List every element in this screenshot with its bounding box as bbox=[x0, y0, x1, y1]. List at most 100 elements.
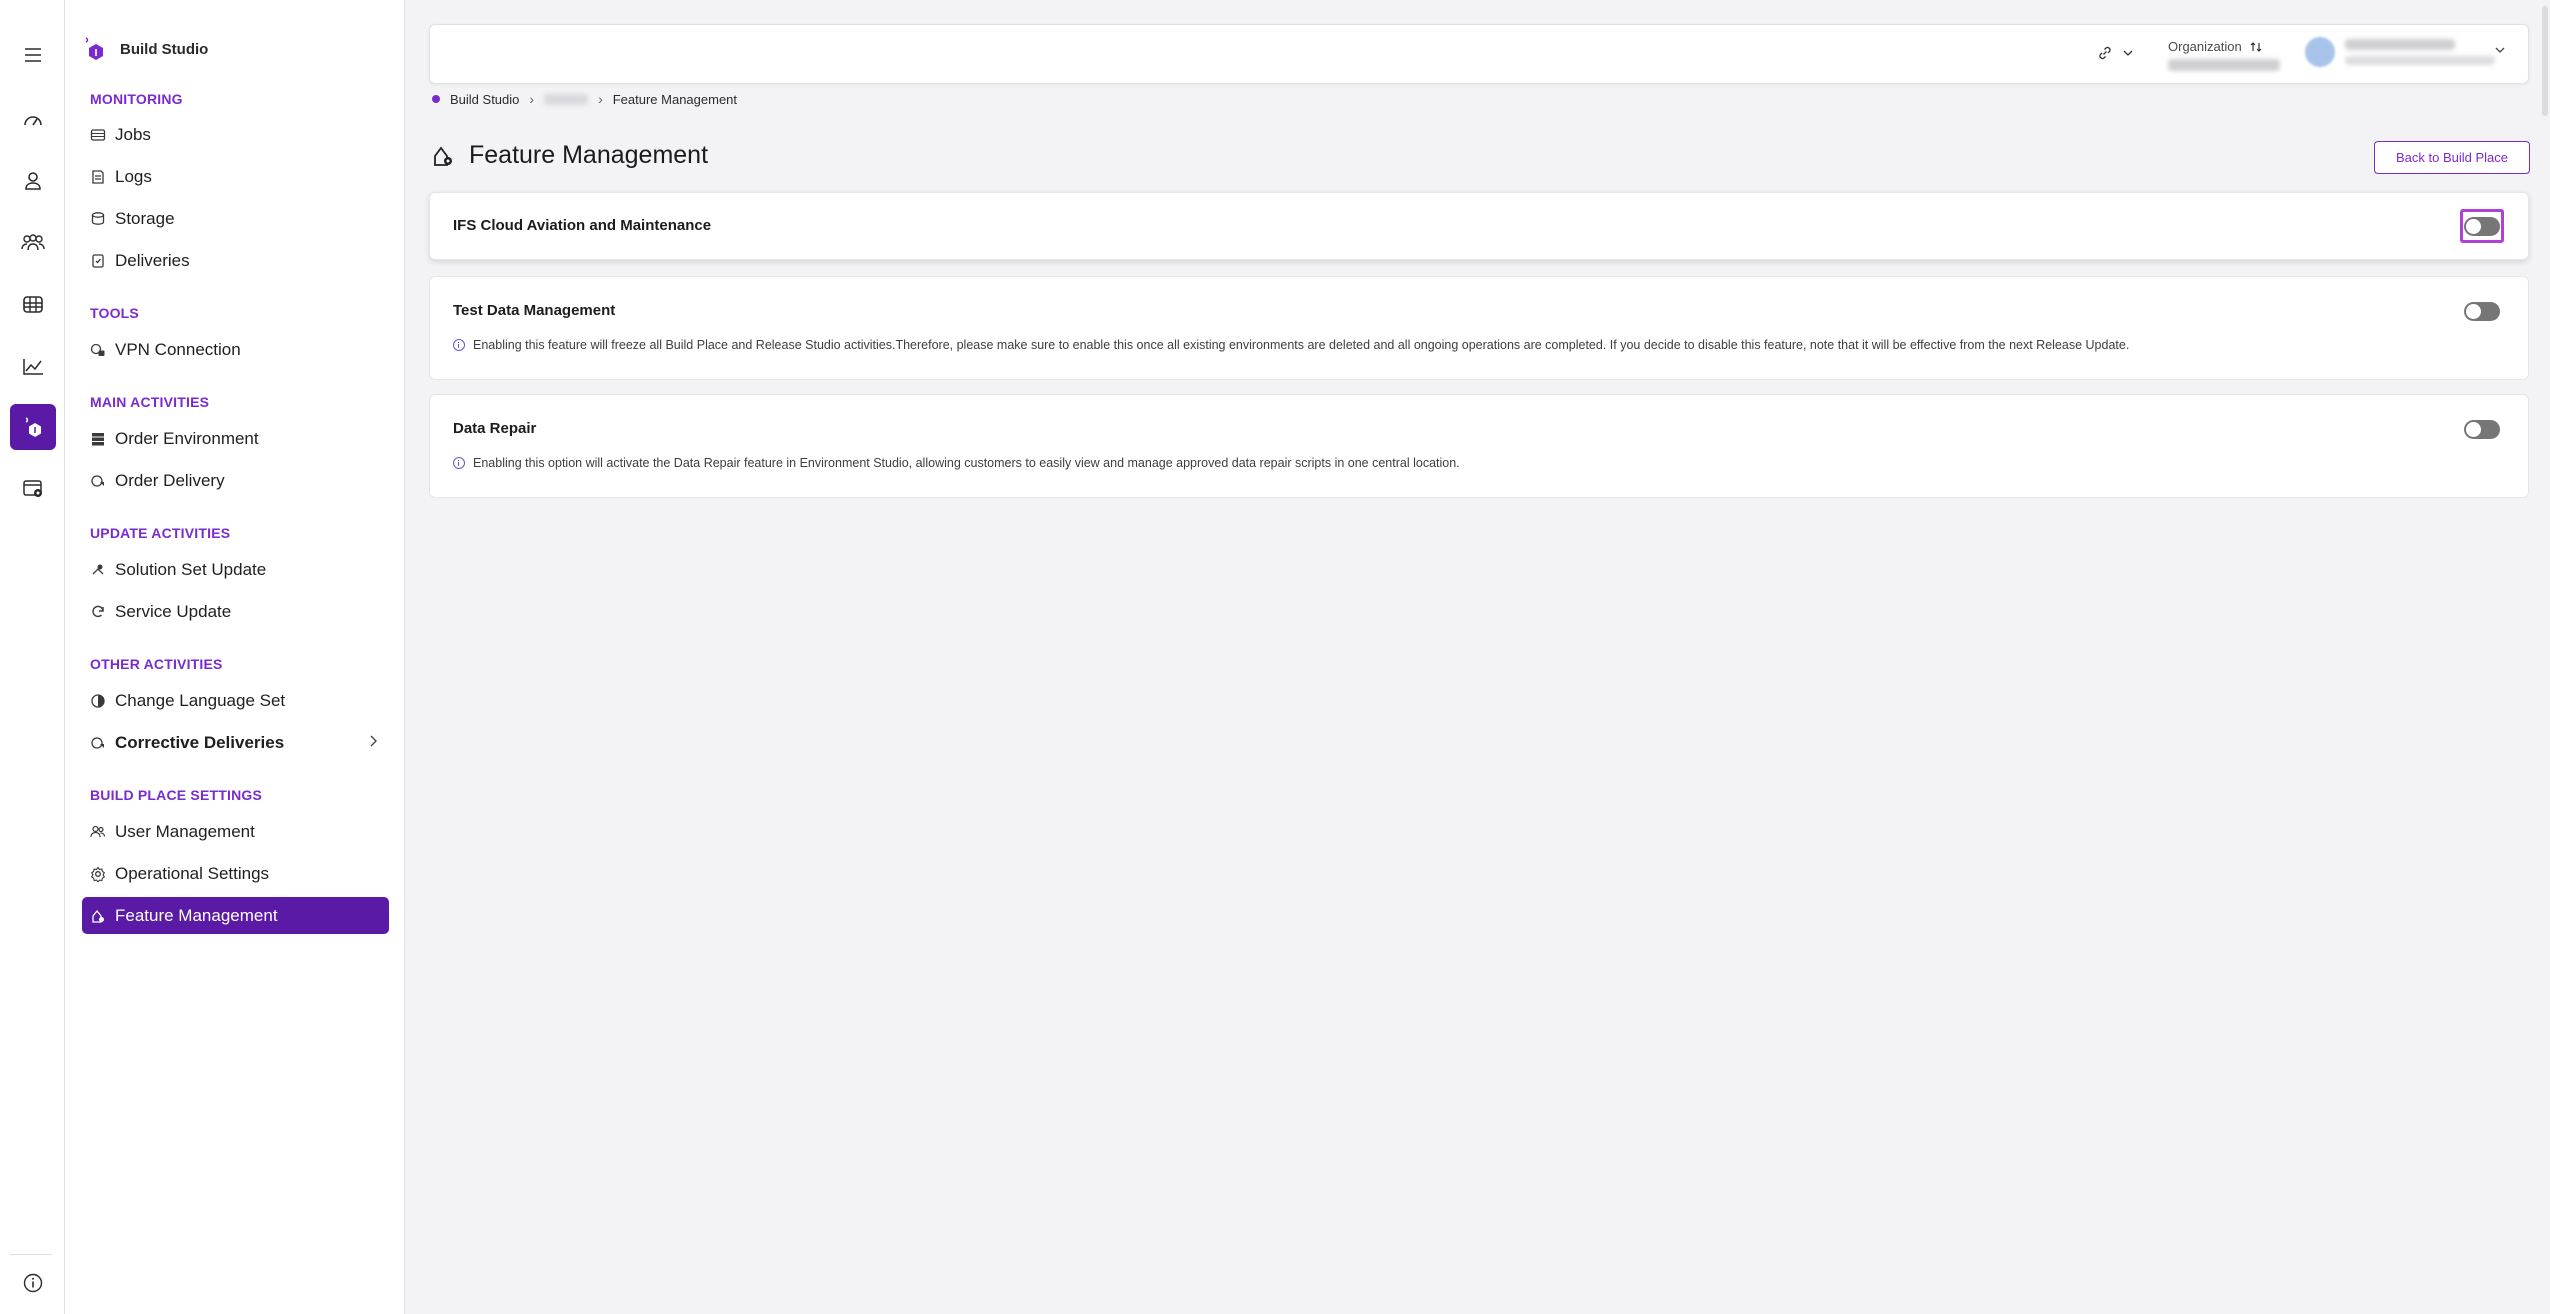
sidebar-item-order-environment[interactable]: Order Environment bbox=[82, 420, 389, 457]
sidebar-item-label: Storage bbox=[115, 208, 175, 228]
breadcrumb-root[interactable]: Build Studio bbox=[450, 92, 519, 107]
sidebar-item-label: Order Delivery bbox=[115, 470, 225, 490]
feature-card-data-repair: Data Repair Enabling this option will ac… bbox=[429, 394, 2529, 498]
swap-icon bbox=[2250, 41, 2262, 53]
sidebar-item-label: Order Environment bbox=[115, 428, 259, 448]
feature-toggle-test-data[interactable] bbox=[2460, 294, 2504, 328]
gear-icon bbox=[90, 866, 106, 882]
breadcrumb-build-place-redacted[interactable] bbox=[544, 93, 589, 105]
feature-title: Data Repair bbox=[453, 420, 537, 437]
sidebar-item-label: User Management bbox=[115, 821, 255, 841]
corrective-deliveries-icon bbox=[90, 735, 106, 751]
breadcrumb-current: Feature Management bbox=[612, 91, 738, 107]
back-to-build-place-button[interactable]: Back to Build Place bbox=[2374, 141, 2530, 174]
dashboard-icon[interactable] bbox=[10, 96, 56, 142]
page-header: Feature Management bbox=[431, 141, 708, 170]
sidebar-item-operational-settings[interactable]: Operational Settings bbox=[82, 855, 389, 892]
section-build-place-settings: BUILD PLACE SETTINGS bbox=[90, 787, 263, 803]
grid-icon[interactable] bbox=[10, 282, 56, 328]
menu-icon[interactable] bbox=[10, 32, 56, 78]
info-icon[interactable] bbox=[10, 1260, 56, 1306]
icon-rail bbox=[0, 0, 65, 1314]
user-chevron-down-icon[interactable] bbox=[2495, 47, 2505, 54]
logs-icon bbox=[90, 169, 106, 185]
feature-card-test-data: Test Data Management Enabling this featu… bbox=[429, 276, 2529, 380]
section-update-activities: UPDATE ACTIVITIES bbox=[90, 525, 231, 541]
sidebar-item-storage[interactable]: Storage bbox=[82, 200, 389, 237]
rail-divider bbox=[10, 1254, 52, 1255]
sidebar: Build Studio MONITORING Jobs Logs Storag… bbox=[65, 0, 405, 1314]
feature-description-text: Enabling this option will activate the D… bbox=[473, 456, 1460, 470]
vpn-icon bbox=[90, 342, 106, 358]
order-delivery-icon bbox=[90, 473, 106, 489]
brand-name: Build Studio bbox=[120, 40, 209, 58]
sidebar-item-user-management[interactable]: User Management bbox=[82, 813, 389, 850]
user-menu[interactable] bbox=[2305, 37, 2495, 67]
feature-toggle-aviation[interactable] bbox=[2460, 209, 2504, 243]
organization-switcher[interactable]: Organization bbox=[2168, 39, 2280, 71]
language-icon bbox=[90, 693, 106, 709]
sidebar-item-label: Change Language Set bbox=[115, 690, 286, 710]
breadcrumb-separator-icon: › bbox=[529, 91, 535, 107]
deliveries-icon bbox=[90, 253, 106, 269]
feature-management-title-icon bbox=[431, 144, 455, 168]
sidebar-item-order-delivery[interactable]: Order Delivery bbox=[82, 462, 389, 499]
feature-card-aviation: IFS Cloud Aviation and Maintenance bbox=[429, 192, 2529, 260]
sidebar-item-corrective-deliveries[interactable]: Corrective Deliveries bbox=[82, 724, 389, 761]
sidebar-item-service-update[interactable]: Service Update bbox=[82, 593, 389, 630]
sidebar-item-feature-management[interactable]: Feature Management bbox=[82, 897, 389, 934]
sidebar-item-deliveries[interactable]: Deliveries bbox=[82, 242, 389, 279]
link-dropdown[interactable] bbox=[2097, 45, 2133, 61]
organization-label: Organization bbox=[2168, 39, 2280, 54]
user-name-redacted bbox=[2345, 39, 2455, 50]
feature-description: Enabling this feature will freeze all Bu… bbox=[453, 338, 2129, 352]
chevron-right-icon bbox=[369, 735, 377, 747]
build-studio-logo-icon bbox=[82, 36, 108, 62]
feature-title: IFS Cloud Aviation and Maintenance bbox=[453, 217, 712, 234]
server-icon bbox=[90, 431, 106, 447]
user-icon[interactable] bbox=[10, 158, 56, 204]
page-title: Feature Management bbox=[469, 141, 709, 169]
feature-toggle-data-repair[interactable] bbox=[2460, 412, 2504, 446]
breadcrumb-dot bbox=[432, 95, 440, 103]
sidebar-item-label: Feature Management bbox=[115, 905, 278, 925]
top-header: Organization bbox=[429, 24, 2529, 84]
toggle-switch bbox=[2464, 301, 2500, 321]
sidebar-item-label: Corrective Deliveries bbox=[115, 732, 285, 752]
sidebar-item-change-language-set[interactable]: Change Language Set bbox=[82, 682, 389, 719]
section-tools: TOOLS bbox=[90, 305, 139, 321]
settings-window-icon[interactable] bbox=[10, 466, 56, 512]
groups-icon[interactable] bbox=[10, 220, 56, 266]
scrollbar-thumb[interactable] bbox=[2542, 6, 2548, 116]
toggle-switch bbox=[2464, 419, 2500, 439]
organization-name-redacted bbox=[2168, 59, 2280, 71]
sidebar-item-label: Jobs bbox=[115, 124, 151, 144]
sidebar-item-logs[interactable]: Logs bbox=[82, 158, 389, 195]
section-other-activities: OTHER ACTIVITIES bbox=[90, 656, 223, 672]
sidebar-item-label: VPN Connection bbox=[115, 339, 241, 359]
section-main-activities: MAIN ACTIVITIES bbox=[90, 394, 210, 410]
refresh-icon bbox=[90, 604, 106, 620]
sidebar-item-label: Service Update bbox=[115, 601, 232, 621]
toggle-switch bbox=[2464, 216, 2500, 236]
brand: Build Studio bbox=[82, 36, 208, 62]
info-icon bbox=[453, 457, 465, 469]
sidebar-item-label: Logs bbox=[115, 166, 152, 186]
sidebar-item-label: Solution Set Update bbox=[115, 559, 267, 579]
info-icon bbox=[453, 339, 465, 351]
feature-management-icon bbox=[90, 908, 106, 924]
chevron-down-icon bbox=[2123, 50, 2133, 57]
sidebar-item-vpn[interactable]: VPN Connection bbox=[82, 331, 389, 368]
user-email-redacted bbox=[2345, 56, 2495, 65]
page-scrollbar[interactable] bbox=[2538, 0, 2550, 1314]
chart-icon[interactable] bbox=[10, 344, 56, 390]
solution-set-icon bbox=[90, 562, 106, 578]
sidebar-item-label: Operational Settings bbox=[115, 863, 270, 883]
sidebar-item-jobs[interactable]: Jobs bbox=[82, 116, 389, 153]
feature-description-text: Enabling this feature will freeze all Bu… bbox=[473, 338, 2130, 352]
jobs-icon bbox=[90, 127, 106, 143]
sidebar-item-solution-set-update[interactable]: Solution Set Update bbox=[82, 551, 389, 588]
sidebar-item-label: Deliveries bbox=[115, 250, 190, 270]
avatar bbox=[2305, 37, 2335, 67]
build-studio-icon[interactable] bbox=[10, 404, 56, 450]
